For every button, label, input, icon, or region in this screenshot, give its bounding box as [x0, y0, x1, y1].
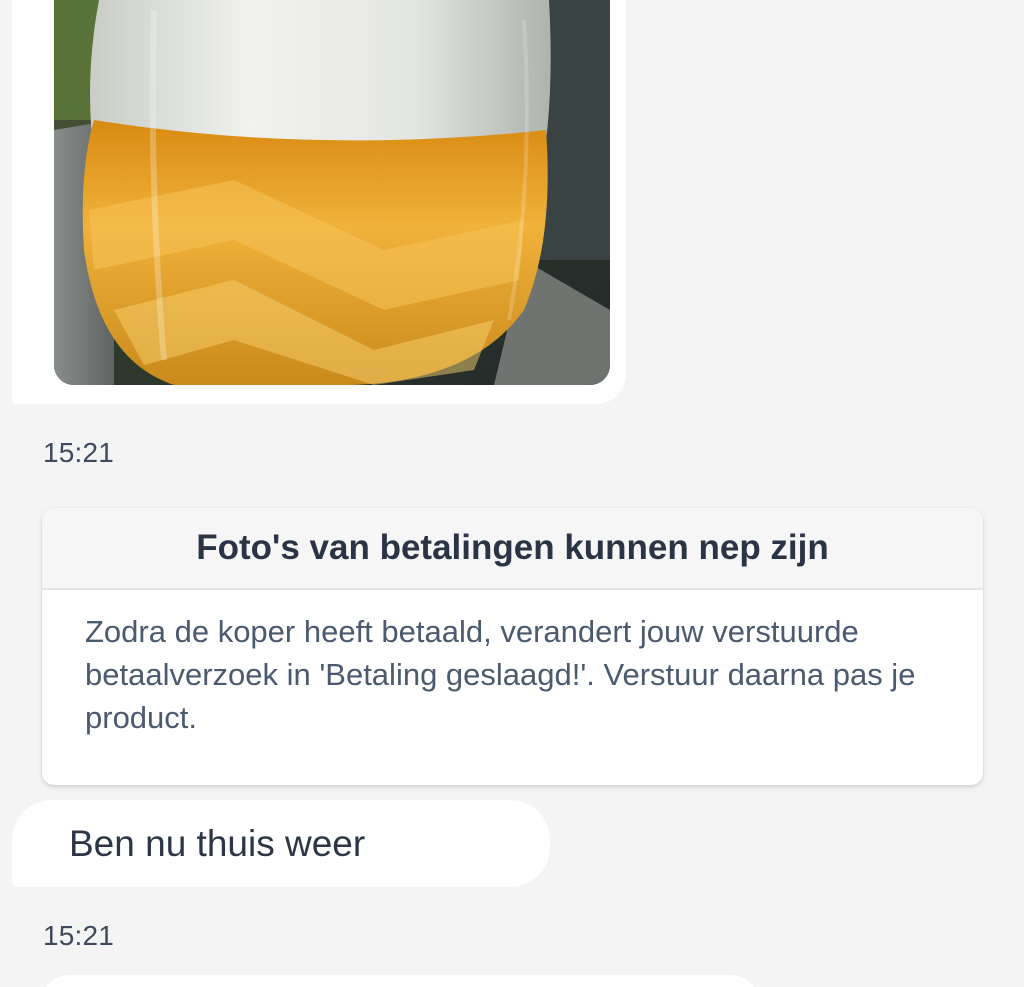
message-text: Ben nu thuis weer	[69, 822, 366, 864]
chat-thread: 15:21 Foto's van betalingen kunnen nep z…	[0, 0, 1024, 987]
image-message-photo[interactable]	[54, 0, 610, 385]
next-message-bubble[interactable]	[40, 975, 760, 987]
warning-body: Zodra de koper heeft betaald, verandert …	[85, 614, 916, 735]
warning-title: Foto's van betalingen kunnen nep zijn	[42, 508, 983, 590]
payment-warning-card: Foto's van betalingen kunnen nep zijn Zo…	[42, 508, 983, 785]
text-message-bubble[interactable]: Ben nu thuis weer	[12, 800, 550, 887]
message-timestamp: 15:21	[43, 920, 115, 951]
beer-glass-photo-icon	[54, 0, 610, 385]
message-timestamp: 15:21	[43, 437, 115, 468]
